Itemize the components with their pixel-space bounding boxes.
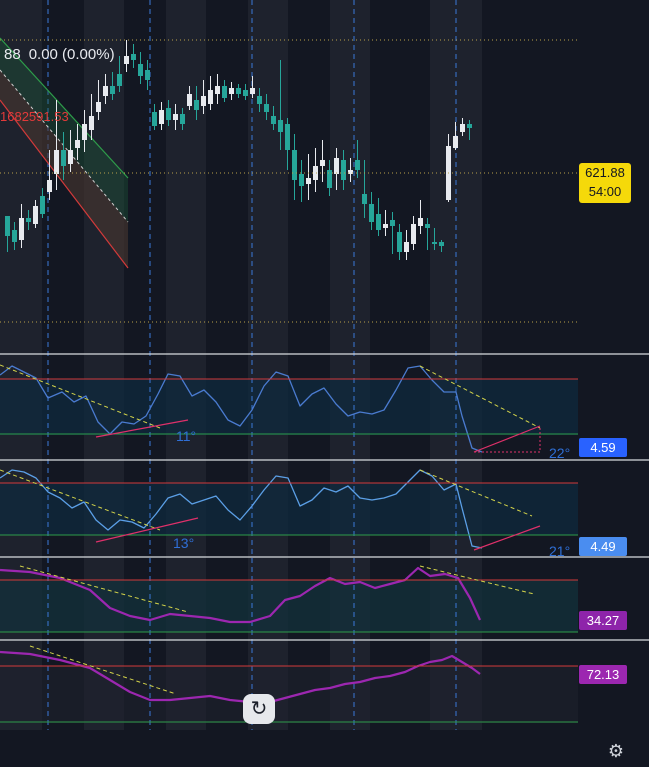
candle-body (215, 86, 220, 94)
candle-body (439, 242, 444, 246)
candle-body (432, 242, 437, 244)
candle-body (138, 64, 143, 76)
candle-body (362, 194, 367, 204)
candle-body (320, 160, 325, 166)
candle-body (327, 170, 332, 188)
candle-body (390, 220, 395, 226)
candle-body (26, 218, 31, 222)
reset-chart-button[interactable]: ↻ (243, 694, 275, 724)
osc4-zone (0, 666, 578, 723)
candle-body (180, 114, 185, 124)
candle-body (404, 242, 409, 252)
candle-body (89, 116, 94, 130)
candle-body (306, 178, 311, 184)
angle-label-osc2-right: 21° (549, 543, 571, 559)
candle-body (110, 86, 115, 94)
candle-body (313, 166, 318, 180)
bar-countdown: 54:00 (588, 184, 622, 199)
candle-body (341, 160, 346, 180)
candle-body (411, 224, 416, 244)
candle-body (194, 100, 199, 110)
osc1-value-label: 4.59 (579, 438, 627, 457)
price-change: 0.00 (0.00%) (28, 46, 115, 63)
candle-body (166, 108, 171, 120)
last-price: 621.88 (585, 165, 625, 180)
candle-body (355, 160, 360, 170)
candle-body (33, 206, 38, 224)
candle-body (173, 114, 178, 120)
candle-body (467, 124, 472, 128)
chart-canvas[interactable] (0, 0, 649, 767)
candle-body (187, 94, 192, 106)
candle-body (82, 124, 87, 140)
candle-body (12, 230, 17, 242)
candle-body (19, 218, 24, 240)
candle-body (243, 90, 248, 96)
candle-body (271, 116, 276, 124)
candle-body (376, 214, 381, 230)
candle-body (369, 204, 374, 222)
candle-body (460, 124, 465, 132)
candle-body (222, 86, 227, 98)
candle-body (334, 158, 339, 174)
candle-body (103, 86, 108, 96)
candle-body (250, 88, 255, 94)
candle-body (453, 136, 458, 148)
candle-body (418, 218, 423, 226)
osc1-zone (0, 379, 578, 435)
osc3-value-label: 34.27 (579, 611, 627, 630)
candle-body (75, 140, 80, 148)
candle-body (159, 110, 164, 124)
legend-header: 88 0.00 (0.00%) (4, 46, 123, 63)
candle-body (236, 88, 241, 94)
candle-body (257, 96, 262, 104)
candle-body (47, 180, 52, 192)
candle-body (131, 54, 136, 60)
candle-body (397, 232, 402, 252)
candle-body (54, 150, 59, 174)
candle-body (152, 112, 157, 126)
settings-gear-icon[interactable]: ⚙ (605, 740, 627, 762)
candle-body (264, 104, 269, 112)
candle-body (292, 150, 297, 180)
candle-body (285, 124, 290, 150)
osc2-value-label: 4.49 (579, 537, 627, 556)
candle-body (201, 96, 206, 106)
angle-label-osc1-right: 22° (549, 445, 571, 461)
candle-body (229, 88, 234, 94)
osc4-value-label: 72.13 (579, 665, 627, 684)
candle-body (299, 174, 304, 186)
candle-body (124, 56, 129, 64)
candle-body (68, 150, 73, 164)
candle-body (383, 224, 388, 228)
price-partial: 88 (4, 46, 21, 63)
candle-body (145, 70, 150, 80)
last-price-label: 621.88 54:00 (579, 163, 631, 203)
candle-body (61, 150, 66, 166)
candle-body (117, 74, 122, 86)
candle-body (96, 102, 101, 112)
candle-body (208, 90, 213, 104)
angle-label-osc2-left: 13° (173, 535, 195, 551)
candle-body (278, 120, 283, 132)
candle-body (40, 196, 45, 214)
osc2-zone (0, 483, 578, 535)
candle-body (5, 216, 10, 236)
indicator-red-value: 1682591.53 (0, 109, 69, 124)
candle-body (425, 224, 430, 228)
angle-label-osc1-left: 11° (176, 428, 197, 444)
